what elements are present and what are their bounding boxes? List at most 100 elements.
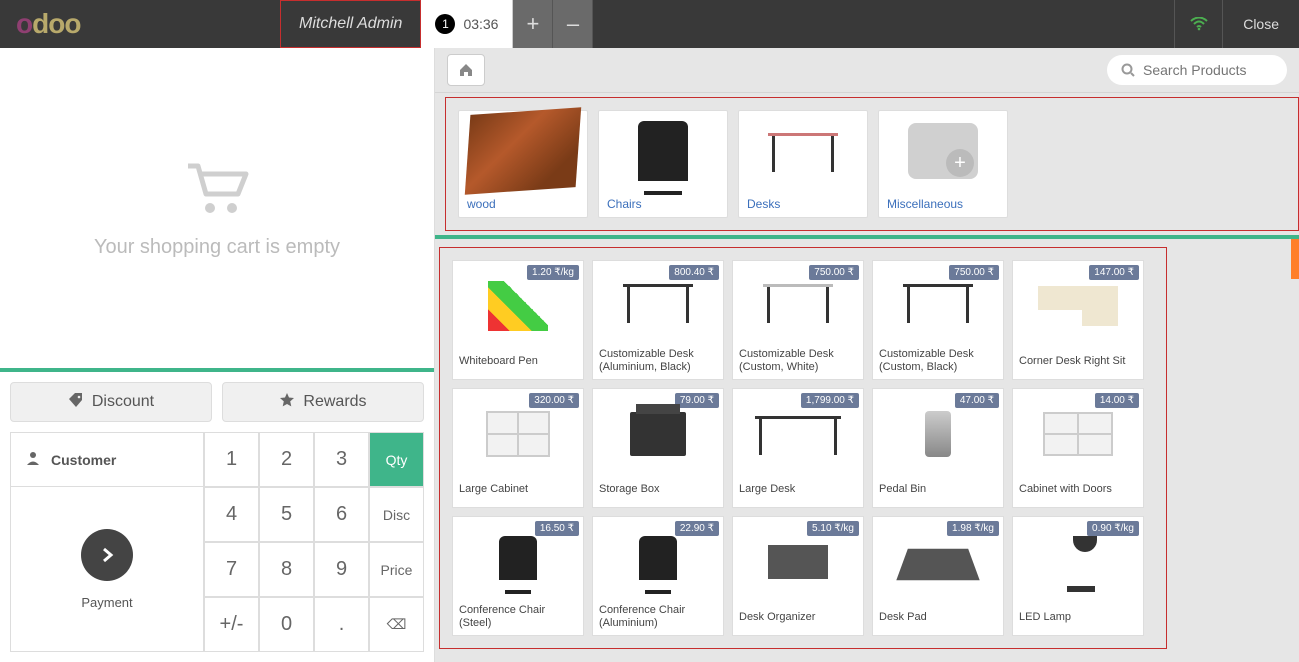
order-time: 03:36 [463, 16, 498, 32]
home-icon [458, 63, 474, 77]
top-header: odoo Mitchell Admin 1 03:36 + – Close [0, 0, 1299, 48]
tag-icon [68, 392, 84, 413]
product-price: 800.40 ₹ [669, 265, 719, 280]
home-button[interactable] [447, 54, 485, 86]
search-box[interactable] [1107, 55, 1287, 85]
remove-order-button[interactable]: – [553, 0, 593, 48]
product-price: 47.00 ₹ [955, 393, 999, 408]
category-row: wood Chairs Desks Miscellaneous [446, 98, 1020, 230]
key-9[interactable]: 9 [314, 542, 369, 597]
product-name: Storage Box [593, 479, 723, 507]
close-button[interactable]: Close [1222, 0, 1299, 48]
order-tab-active[interactable]: 1 03:36 [421, 0, 513, 48]
product-grid: 1.20 ₹/kg Whiteboard Pen 800.40 ₹ Custom… [440, 248, 1156, 648]
key-3[interactable]: 3 [314, 432, 369, 487]
user-icon [25, 450, 41, 469]
product-name: Cabinet with Doors [1013, 479, 1143, 507]
cart-empty-text: Your shopping cart is empty [94, 236, 340, 259]
product-card[interactable]: 320.00 ₹ Large Cabinet [452, 388, 584, 508]
product-price: 16.50 ₹ [535, 521, 579, 536]
key-qty[interactable]: Qty [369, 432, 424, 487]
category-wood[interactable]: wood [458, 110, 588, 218]
product-panel: wood Chairs Desks Miscellaneous [435, 48, 1299, 662]
product-name: Corner Desk Right Sit [1013, 351, 1143, 379]
product-name: Large Desk [733, 479, 863, 507]
category-label: Miscellaneous [879, 191, 1007, 217]
discount-button[interactable]: Discount [10, 382, 212, 422]
product-name: LED Lamp [1013, 607, 1143, 635]
key-disc[interactable]: Disc [369, 487, 424, 542]
product-name: Large Cabinet [453, 479, 583, 507]
left-panel: Your shopping cart is empty Discount Rew… [0, 48, 435, 662]
product-price: 5.10 ₹/kg [807, 521, 859, 536]
product-name: Pedal Bin [873, 479, 1003, 507]
key-dot[interactable]: . [314, 597, 369, 652]
product-name: Conference Chair (Aluminium) [593, 600, 723, 636]
product-price: 320.00 ₹ [529, 393, 579, 408]
product-card[interactable]: 147.00 ₹ Corner Desk Right Sit [1012, 260, 1144, 380]
key-backspace[interactable]: ⌫ [369, 597, 424, 652]
product-card[interactable]: 1.98 ₹/kg Desk Pad [872, 516, 1004, 636]
search-icon [1121, 63, 1135, 77]
product-card[interactable]: 0.90 ₹/kg LED Lamp [1012, 516, 1144, 636]
product-name: Customizable Desk (Custom, Black) [873, 344, 1003, 380]
odoo-logo: odoo [0, 8, 110, 40]
customer-button[interactable]: Customer [10, 432, 204, 487]
product-card[interactable]: 1,799.00 ₹ Large Desk [732, 388, 864, 508]
customer-label: Customer [51, 452, 116, 468]
product-card[interactable]: 22.90 ₹ Conference Chair (Aluminium) [592, 516, 724, 636]
product-card[interactable]: 47.00 ₹ Pedal Bin [872, 388, 1004, 508]
product-price: 1,799.00 ₹ [801, 393, 859, 408]
product-card[interactable]: 750.00 ₹ Customizable Desk (Custom, Blac… [872, 260, 1004, 380]
product-card[interactable]: 14.00 ₹ Cabinet with Doors [1012, 388, 1144, 508]
product-name: Customizable Desk (Aluminium, Black) [593, 344, 723, 380]
product-name: Desk Pad [873, 607, 1003, 635]
key-1[interactable]: 1 [204, 432, 259, 487]
product-card[interactable]: 16.50 ₹ Conference Chair (Steel) [452, 516, 584, 636]
category-label: wood [459, 191, 587, 217]
scrollbar-thumb[interactable] [1291, 239, 1299, 279]
product-name: Conference Chair (Steel) [453, 600, 583, 636]
key-8[interactable]: 8 [259, 542, 314, 597]
product-name: Desk Organizer [733, 607, 863, 635]
numpad: 1 2 3 Qty 4 5 6 Disc 7 8 9 Price +/- 0 .… [204, 432, 424, 652]
rewards-label: Rewards [303, 393, 366, 411]
product-scroll[interactable]: 1.20 ₹/kg Whiteboard Pen 800.40 ₹ Custom… [435, 235, 1299, 662]
key-4[interactable]: 4 [204, 487, 259, 542]
category-misc[interactable]: Miscellaneous [878, 110, 1008, 218]
order-number-badge: 1 [435, 14, 455, 34]
star-icon [279, 392, 295, 413]
category-desks[interactable]: Desks [738, 110, 868, 218]
key-price[interactable]: Price [369, 542, 424, 597]
rewards-button[interactable]: Rewards [222, 382, 424, 422]
product-price: 750.00 ₹ [809, 265, 859, 280]
cart-area: Your shopping cart is empty [0, 48, 434, 368]
cart-icon [182, 158, 252, 218]
product-price: 750.00 ₹ [949, 265, 999, 280]
category-chairs[interactable]: Chairs [598, 110, 728, 218]
product-price: 147.00 ₹ [1089, 265, 1139, 280]
plus-icon: + [527, 11, 540, 37]
add-order-button[interactable]: + [513, 0, 553, 48]
product-card[interactable]: 1.20 ₹/kg Whiteboard Pen [452, 260, 584, 380]
discount-label: Discount [92, 393, 154, 411]
product-card[interactable]: 800.40 ₹ Customizable Desk (Aluminium, B… [592, 260, 724, 380]
product-name: Whiteboard Pen [453, 351, 583, 379]
current-user[interactable]: Mitchell Admin [280, 0, 421, 48]
wifi-icon [1174, 0, 1222, 48]
key-plusminus[interactable]: +/- [204, 597, 259, 652]
key-2[interactable]: 2 [259, 432, 314, 487]
product-card[interactable]: 79.00 ₹ Storage Box [592, 388, 724, 508]
product-card[interactable]: 5.10 ₹/kg Desk Organizer [732, 516, 864, 636]
key-6[interactable]: 6 [314, 487, 369, 542]
key-5[interactable]: 5 [259, 487, 314, 542]
key-7[interactable]: 7 [204, 542, 259, 597]
payment-button[interactable]: Payment [10, 487, 204, 652]
search-input[interactable] [1143, 62, 1263, 78]
chevron-right-icon [81, 529, 133, 581]
product-price: 1.98 ₹/kg [947, 521, 999, 536]
payment-label: Payment [81, 595, 132, 610]
product-price: 14.00 ₹ [1095, 393, 1139, 408]
product-card[interactable]: 750.00 ₹ Customizable Desk (Custom, Whit… [732, 260, 864, 380]
key-0[interactable]: 0 [259, 597, 314, 652]
